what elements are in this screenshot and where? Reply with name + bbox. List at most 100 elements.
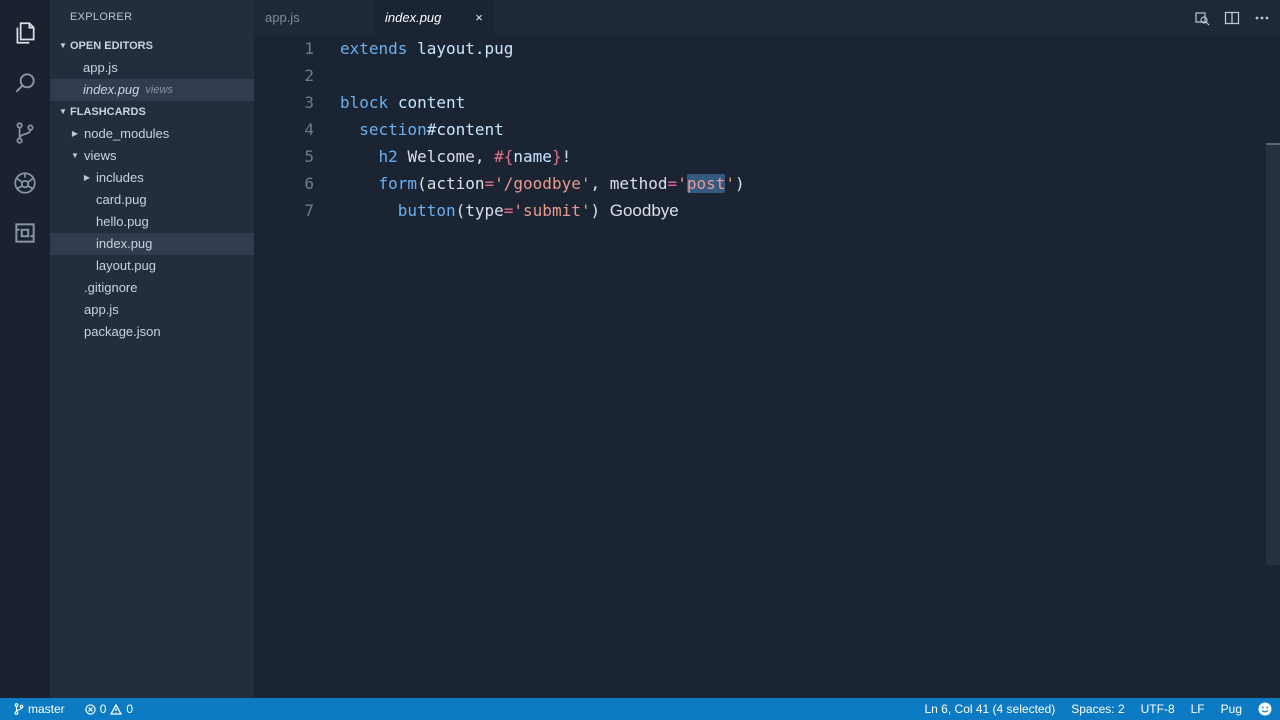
code-token: ! [561, 147, 572, 166]
code-editor[interactable]: 1 extends layout.pug 2 3 block content 4… [254, 35, 1280, 698]
branch-indicator[interactable]: master [0, 702, 71, 716]
file-label: hello.pug [96, 214, 149, 229]
code-token: = [667, 174, 678, 193]
file-label: index.pug [96, 236, 153, 251]
selected-text: post [686, 174, 726, 193]
status-bar: master 0 0 Ln 6, Col 41 (4 selected) Spa… [0, 698, 1280, 720]
code-token: layout.pug [417, 39, 514, 58]
file-app-js[interactable]: app.js [50, 299, 254, 321]
open-changes-icon[interactable] [1194, 10, 1210, 26]
extensions-icon[interactable] [0, 208, 50, 258]
code-token: } [551, 147, 562, 166]
tab-actions [1194, 0, 1270, 35]
indentation[interactable]: Spaces: 2 [1063, 702, 1132, 716]
editor-tabs: app.js index.pug × [254, 0, 1280, 35]
scrollbar-thumb[interactable] [1266, 145, 1280, 565]
file-label: package.json [84, 324, 161, 339]
folder-node-modules[interactable]: ▶ node_modules [50, 123, 254, 145]
code-token: button [397, 201, 456, 220]
file-package-json[interactable]: package.json [50, 321, 254, 343]
open-editor-app-js[interactable]: app.js [50, 57, 254, 79]
debug-icon[interactable] [0, 158, 50, 208]
branch-name: master [28, 702, 65, 716]
code-token: type [465, 201, 504, 220]
search-icon[interactable] [0, 58, 50, 108]
tab-app-js[interactable]: app.js [254, 0, 374, 35]
open-editors-header[interactable]: ▼ OPEN EDITORS [50, 35, 254, 57]
file-label: layout.pug [96, 258, 156, 273]
file-hello-pug[interactable]: hello.pug [50, 211, 254, 233]
chevron-down-icon: ▼ [59, 41, 67, 50]
file-label: card.pug [96, 192, 147, 207]
file-folder-hint: views [145, 84, 173, 96]
code-token: ( [417, 174, 427, 193]
file-label: app.js [83, 60, 118, 75]
file-gitignore[interactable]: .gitignore [50, 277, 254, 299]
cursor-position[interactable]: Ln 6, Col 41 (4 selected) [917, 702, 1064, 716]
code-token: = [484, 174, 495, 193]
project-header[interactable]: ▼ FLASHCARDS [50, 101, 254, 123]
code-token: extends [340, 39, 408, 58]
file-index-pug[interactable]: index.pug [50, 233, 254, 255]
code-line: 1 extends layout.pug [254, 35, 1254, 62]
code-line: 7 button(type='submit') Goodbye [254, 197, 1254, 224]
code-token: content [397, 93, 466, 112]
chevron-right-icon: ▶ [83, 173, 91, 182]
feedback-smiley-icon[interactable] [1250, 702, 1280, 716]
split-editor-icon[interactable] [1224, 10, 1240, 26]
problems-indicator[interactable]: 0 0 [71, 702, 139, 716]
explorer-sidebar: EXPLORER ▼ OPEN EDITORS app.js index.pug… [50, 0, 254, 698]
editor-scrollbar[interactable] [1266, 35, 1280, 698]
line-number: 1 [304, 39, 314, 58]
code-token: Welcome, [407, 147, 485, 166]
project-label: FLASHCARDS [70, 106, 146, 118]
code-line: 2 [254, 62, 1254, 89]
code-token: form [378, 174, 418, 193]
warning-icon [110, 703, 123, 715]
code-token: ' [677, 174, 687, 193]
line-number: 3 [304, 93, 314, 112]
folder-includes[interactable]: ▶ includes [50, 167, 254, 189]
explorer-icon[interactable] [0, 8, 50, 58]
open-editor-index-pug[interactable]: index.pug views [50, 79, 254, 101]
open-editors-label: OPEN EDITORS [70, 40, 153, 52]
encoding[interactable]: UTF-8 [1133, 702, 1183, 716]
code-token: ' [725, 174, 735, 193]
chevron-down-icon: ▼ [59, 107, 67, 116]
end-of-line[interactable]: LF [1183, 702, 1213, 716]
code-token: name [513, 147, 552, 166]
folder-label: node_modules [84, 126, 170, 141]
code-token: #{ [494, 147, 514, 166]
tab-label: app.js [265, 10, 300, 25]
file-card-pug[interactable]: card.pug [50, 189, 254, 211]
line-number: 6 [304, 174, 314, 193]
code-token: method [609, 174, 668, 193]
activity-bar [0, 0, 50, 698]
language-mode[interactable]: Pug [1213, 702, 1250, 716]
folder-views[interactable]: ▼ views [50, 145, 254, 167]
code-token: '/goodbye' [494, 174, 591, 193]
code-token: , [590, 174, 601, 193]
folder-label: includes [96, 170, 144, 185]
code-token: block [340, 93, 389, 112]
folder-label: views [84, 148, 117, 163]
error-icon [85, 703, 96, 715]
scrollbar-cursor-marker [1266, 143, 1280, 145]
chevron-down-icon: ▼ [71, 151, 79, 160]
code-token: Goodbye [609, 201, 679, 220]
file-layout-pug[interactable]: layout.pug [50, 255, 254, 277]
warning-count: 0 [126, 702, 134, 716]
tab-label: index.pug [385, 10, 442, 25]
close-icon[interactable]: × [472, 0, 486, 35]
tab-index-pug[interactable]: index.pug × [374, 0, 494, 35]
code-token: action [426, 174, 485, 193]
file-label: index.pug [83, 82, 140, 97]
code-line: 5 h2 Welcome, #{name}! [254, 143, 1254, 170]
explorer-title: EXPLORER [70, 11, 133, 23]
more-actions-icon[interactable] [1254, 10, 1270, 26]
file-label: .gitignore [84, 280, 138, 295]
code-line: 4 section#content [254, 116, 1254, 143]
source-control-icon[interactable] [0, 108, 50, 158]
chevron-right-icon: ▶ [71, 129, 79, 138]
line-number: 7 [304, 201, 314, 220]
